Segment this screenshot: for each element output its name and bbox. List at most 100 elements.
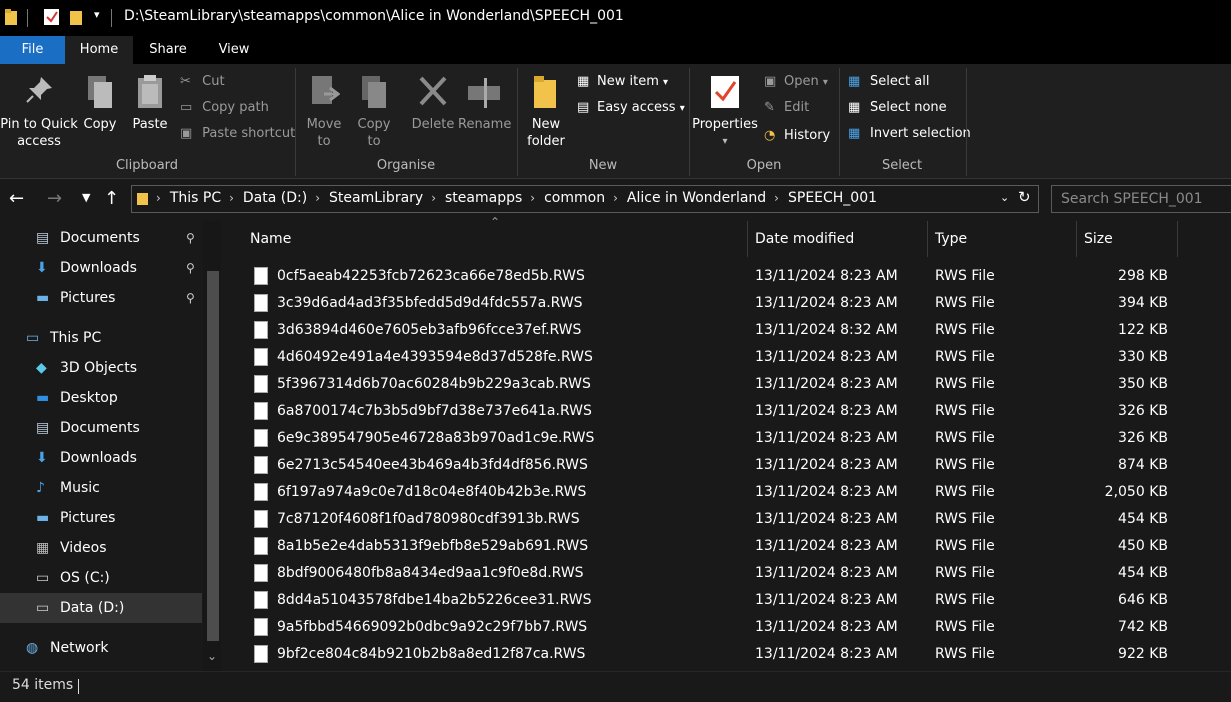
breadcrumb-chevron-icon[interactable]: ›: [530, 191, 535, 205]
sidebar-item-desktop[interactable]: ▬ Desktop: [0, 383, 202, 413]
sidebar-item-music[interactable]: ♪ Music: [0, 473, 202, 503]
status-bar: 54 items: [0, 671, 1231, 702]
file-row[interactable]: 8dd4a51043578fdbe14ba2b5226cee31.RWS 13/1…: [228, 587, 1231, 614]
window-title: D:\SteamLibrary\steamapps\common\Alice i…: [124, 8, 624, 24]
file-row[interactable]: 6e2713c54540ee43b469a4b3fd4df856.RWS 13/1…: [228, 452, 1231, 479]
properties-quick-icon[interactable]: [43, 8, 61, 26]
file-date-modified: 13/11/2024 8:32 AM: [755, 322, 898, 338]
column-header-type[interactable]: Type: [927, 221, 1077, 257]
sidebar-item-quick-pictures[interactable]: ▬ Pictures ⚲: [0, 283, 202, 313]
file-row[interactable]: 4d60492e491a4e4393594e8d37d528fe.RWS 13/1…: [228, 344, 1231, 371]
recent-locations-chevron-icon[interactable]: ▼: [82, 191, 90, 204]
forward-arrow-icon[interactable]: →: [47, 188, 62, 209]
breadcrumb-chevron-icon[interactable]: ›: [431, 191, 436, 205]
breadcrumb-item[interactable]: This PC: [170, 190, 221, 206]
tab-file[interactable]: File: [0, 36, 65, 64]
address-dropdown-icon[interactable]: ⌄: [1000, 191, 1009, 204]
breadcrumb: › This PC › Data (D:) › SteamLibrary › steamapp…: [156, 190, 877, 206]
new-folder-quick-icon[interactable]: [69, 8, 85, 26]
open-group-label: Open: [746, 158, 782, 173]
breadcrumb-item[interactable]: steamapps: [445, 190, 522, 206]
scrollbar-thumb[interactable]: [207, 271, 219, 641]
column-header-size[interactable]: Size: [1076, 221, 1178, 257]
file-row[interactable]: 6a8700174c7b3b5d9bf7d38e737e641a.RWS 13/1…: [228, 398, 1231, 425]
paste-shortcut-button[interactable]: ▣ Paste shortcut: [180, 126, 295, 141]
file-date-modified: 13/11/2024 8:23 AM: [755, 349, 898, 365]
invert-selection-button[interactable]: ▦ Invert selection: [848, 126, 971, 141]
title-bar: ▾ D:\SteamLibrary\steamapps\common\Alice…: [0, 0, 1231, 36]
scroll-down-icon[interactable]: ⌄: [207, 649, 217, 663]
sidebar-item-quick-downloads[interactable]: ⬇ Downloads ⚲: [0, 253, 202, 283]
sidebar-item-quick-documents[interactable]: ▤ Documents ⚲: [0, 223, 202, 253]
sidebar-item-network[interactable]: ◍ Network: [0, 633, 202, 663]
history-button[interactable]: ◔ History: [764, 128, 830, 143]
copy-path-button[interactable]: ▭ Copy path: [180, 100, 269, 115]
file-row[interactable]: 8bdf9006480fb8a8434ed9aa1c9f0e8d.RWS 13/1…: [228, 560, 1231, 587]
sidebar-item-data-d[interactable]: ▭ Data (D:): [0, 593, 202, 623]
breadcrumb-item[interactable]: Data (D:): [243, 190, 307, 206]
paste-shortcut-label: Paste shortcut: [202, 126, 296, 141]
delete-button[interactable]: Delete: [408, 74, 458, 133]
file-row[interactable]: 8a1b5e2e4dab5313f9ebfb8e529ab691.RWS 13/1…: [228, 533, 1231, 560]
sidebar-item-downloads[interactable]: ⬇ Downloads: [0, 443, 202, 473]
navigation-scrollbar[interactable]: ⌄: [203, 221, 221, 671]
sidebar-item-videos[interactable]: ▦ Videos: [0, 533, 202, 563]
cut-button[interactable]: ✂ Cut: [180, 74, 225, 89]
scissors-icon: ✂: [180, 74, 191, 89]
file-row[interactable]: 6e9c389547905e46728a83b970ad1c9e.RWS 13/1…: [228, 425, 1231, 452]
address-bar[interactable]: › This PC › Data (D:) › SteamLibrary › steamapp…: [131, 185, 1039, 213]
breadcrumb-chevron-icon[interactable]: ›: [229, 191, 234, 205]
select-all-button[interactable]: ▦ Select all: [848, 74, 929, 89]
breadcrumb-chevron-icon[interactable]: ›: [315, 191, 320, 205]
easy-access-button[interactable]: ▤ Easy access ▾: [577, 100, 685, 115]
paste-button[interactable]: Paste: [128, 74, 172, 133]
column-header-date-modified[interactable]: Date modified: [747, 221, 928, 257]
pin-to-quick-access-button[interactable]: Pin to Quick access: [0, 74, 78, 150]
tab-home[interactable]: Home: [65, 36, 133, 64]
breadcrumb-item[interactable]: Alice in Wonderland: [627, 190, 766, 206]
breadcrumb-chevron-icon[interactable]: ›: [613, 191, 618, 205]
open-button[interactable]: ▣ Open ▾: [764, 74, 828, 89]
rename-button[interactable]: Rename: [458, 74, 511, 133]
file-row[interactable]: 7c87120f4608f1f0ad780980cdf3913b.RWS 13/1…: [228, 506, 1231, 533]
file-row[interactable]: 5f3967314d6b70ac60284b9b229a3cab.RWS 13/1…: [228, 371, 1231, 398]
copy-button[interactable]: Copy: [80, 74, 120, 133]
move-to-button[interactable]: Move to: [302, 74, 346, 150]
file-row[interactable]: 0cf5aeab42253fcb72623ca66e78ed5b.RWS 13/1…: [228, 263, 1231, 290]
sidebar-item-os-c[interactable]: ▭ OS (C:): [0, 563, 202, 593]
back-arrow-icon[interactable]: ←: [9, 188, 24, 209]
breadcrumb-item[interactable]: SPEECH_001: [788, 190, 877, 206]
refresh-icon[interactable]: ↻: [1018, 188, 1031, 206]
breadcrumb-chevron-icon[interactable]: ›: [156, 191, 161, 205]
properties-button[interactable]: Properties ▾: [692, 74, 758, 150]
breadcrumb-item[interactable]: SteamLibrary: [329, 190, 423, 206]
file-row[interactable]: 6f197a974a9c0e7d18c04e8f40b42b3e.RWS 13/1…: [228, 479, 1231, 506]
file-row[interactable]: 3c39d6ad4ad3f35bfedd5d9d4fdc557a.RWS 13/1…: [228, 290, 1231, 317]
copy-to-button[interactable]: Copy to: [352, 74, 396, 150]
breadcrumb-chevron-icon[interactable]: ›: [774, 191, 779, 205]
tab-view[interactable]: View: [203, 36, 265, 64]
new-folder-button[interactable]: New folder: [524, 74, 568, 150]
up-arrow-icon[interactable]: ↑: [104, 188, 119, 209]
tab-share[interactable]: Share: [137, 36, 199, 64]
open-icon: ▣: [764, 74, 777, 89]
sidebar-item-pictures[interactable]: ▬ Pictures: [0, 503, 202, 533]
search-input[interactable]: Search SPEECH_001: [1051, 185, 1231, 213]
file-size: 454 KB: [1118, 511, 1168, 527]
navigation-bar: ← → ▼ ↑ › This PC › Data (D:) › SteamLibrary ›…: [0, 179, 1231, 221]
sidebar-item-documents[interactable]: ▤ Documents: [0, 413, 202, 443]
breadcrumb-item[interactable]: common: [544, 190, 605, 206]
sidebar-item-label: This PC: [50, 330, 102, 346]
column-header-name[interactable]: Name: [242, 221, 748, 257]
file-row[interactable]: 9a5fbbd54669092b0dbc9a92c29f7bb7.RWS 13/1…: [228, 614, 1231, 641]
select-none-button[interactable]: ▦ Select none: [848, 100, 947, 115]
clipboard-icon: [138, 75, 162, 108]
sidebar-item-3d-objects[interactable]: ◆ 3D Objects: [0, 353, 202, 383]
edit-button[interactable]: ✎ Edit: [764, 100, 809, 115]
dropdown-arrow-icon: ▾: [679, 103, 685, 114]
sidebar-item-this-pc[interactable]: ▭ This PC: [0, 323, 202, 353]
file-row[interactable]: 9bf2ce804c84b9210b2b8a8ed12f87ca.RWS 13/1…: [228, 641, 1231, 668]
customize-quick-access-icon[interactable]: ▾: [94, 8, 100, 21]
new-item-button[interactable]: ▦ New item ▾: [577, 74, 668, 89]
file-row[interactable]: 3d63894d460e7605eb3afb96fcce37ef.RWS 13/1…: [228, 317, 1231, 344]
